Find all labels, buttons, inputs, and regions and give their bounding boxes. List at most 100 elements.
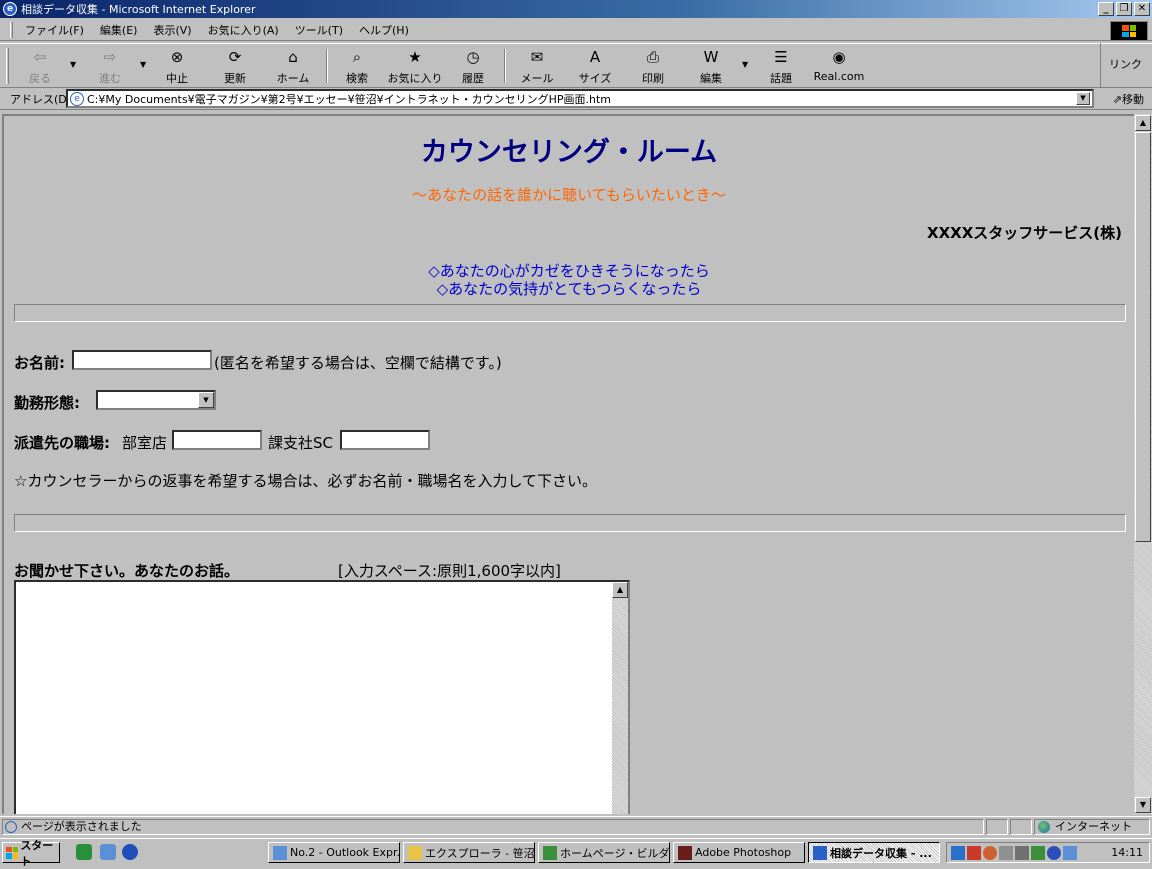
close-button[interactable]: ✕ [1134,2,1150,16]
textarea-scrollbar[interactable]: ▲ [612,582,628,814]
print-button[interactable]: ⎙ 印刷 [636,47,670,87]
task-outlook[interactable]: No.2 - Outlook Expr... [268,842,400,863]
stop-button[interactable]: ⊗ 中止 [160,47,194,87]
refresh-button[interactable]: ⟳ 更新 [218,47,252,87]
edit-dropdown[interactable]: ▼ [742,60,748,69]
zone-label: インターネット [1055,820,1132,833]
font-size-label: サイズ [578,72,612,85]
favorites-label: お気に入り [387,72,443,85]
task-explorer[interactable]: エクスプローラ - 笹沼 [403,842,535,863]
forward-dropdown[interactable]: ▼ [140,60,146,69]
name-input[interactable] [72,350,212,370]
maximize-button[interactable]: ❐ [1116,2,1132,16]
scroll-up-icon[interactable]: ▲ [1135,115,1151,131]
company-name: XXXXスタッフサービス(株) [927,224,1122,242]
tray-app-icon[interactable] [967,846,981,860]
page-title: カウンセリング・ルーム [420,137,718,168]
task-homepage-builder[interactable]: ホームページ・ビルダ... [538,842,670,863]
system-tray: 14:11 [946,842,1150,863]
tray-volume-icon[interactable] [999,846,1013,860]
name-label-text: お名前: [14,354,65,372]
search-icon: ⌕ [352,48,362,66]
internet-globe-icon [1038,821,1050,833]
back-dropdown[interactable]: ▼ [70,60,76,69]
links-label[interactable]: リンク [1109,56,1142,72]
font-size-button[interactable]: A サイズ [576,47,614,87]
window-titlebar[interactable]: e 相談データ収集 - Microsoft Internet Explorer … [0,0,1152,18]
tray-display-icon[interactable] [1015,846,1029,860]
toolbar-separator [326,49,328,83]
tray-check-icon[interactable] [1031,846,1045,860]
edit-label: 編集 [700,72,722,85]
tray-messenger-icon[interactable] [1047,846,1061,860]
dept-input[interactable] [172,430,262,450]
menu-tools[interactable]: ツール(T) [287,22,351,38]
tray-link-icon[interactable] [1063,846,1077,860]
go-label: 移動 [1122,93,1144,106]
scroll-down-icon[interactable]: ▼ [1135,797,1151,813]
page-icon [5,821,17,833]
address-bar: アドレス(D) e C:¥My Documents¥電子マガジン¥第2号¥エッセ… [0,88,1152,110]
mail-button[interactable]: ✉ メール [518,47,556,87]
menu-file[interactable]: ファイル(F) [17,22,92,38]
home-icon: ⌂ [288,48,298,66]
discuss-icon: ☰ [774,48,788,66]
section-label: 課支社SC [268,434,333,452]
forward-button[interactable]: ⇨ 進む [94,47,126,87]
tray-antivirus-icon[interactable] [983,846,997,860]
forward-arrow-icon: ⇨ [103,48,117,66]
employment-select[interactable]: ▼ [96,390,216,410]
page-subtitle: ～あなたの話を誰かに聴いてもらいたいとき～ [412,186,726,204]
task-label: 相談データ収集 - ... [830,846,932,860]
page-scrollbar[interactable]: ▲ ▼ [1134,114,1152,814]
link-feeling-down[interactable]: ◇あなたの気持がとてもつらくなったら [4,278,1134,299]
go-arrow-icon: ⇗ [1112,93,1122,106]
homepage-builder-icon [543,845,557,860]
name-note: (匿名を希望する場合は、空欄で結構です。) [214,354,502,372]
scroll-up-icon[interactable]: ▲ [612,582,628,598]
task-ie-active[interactable]: 相談データ収集 - ... [808,842,940,863]
back-arrow-icon: ⇦ [33,48,47,66]
clock[interactable]: 14:11 [1111,846,1143,859]
outlook-launch-icon[interactable] [122,844,138,860]
go-button[interactable]: ⇗移動 [1113,91,1144,107]
menu-help[interactable]: ヘルプ(H) [351,22,417,38]
ie-launch-icon[interactable] [100,844,116,860]
divider [14,514,1126,532]
favorites-button[interactable]: ★ お気に入り [386,47,444,87]
story-textarea[interactable]: ▲ [14,580,630,814]
stop-icon: ⊗ [170,48,184,66]
edit-button[interactable]: W 編集 [694,47,728,87]
discuss-button[interactable]: ☰ 話題 [764,47,798,87]
toolbar-grip[interactable] [6,48,9,84]
address-input[interactable]: e C:¥My Documents¥電子マガジン¥第2号¥エッセー¥笹沼¥イント… [66,89,1094,108]
tray-network-icon[interactable] [951,846,965,860]
menu-view[interactable]: 表示(V) [145,22,199,38]
ie-icon[interactable]: e [3,2,17,16]
address-dropdown-button[interactable]: ▼ [1076,92,1090,105]
page-icon: e [70,91,84,106]
discuss-label: 話題 [770,72,792,85]
menu-edit[interactable]: 編集(E) [92,22,146,38]
employment-label: 勤務形態: [14,392,80,413]
status-pane [986,819,1008,835]
history-button[interactable]: ◷ 履歴 [456,47,490,87]
menu-favorites[interactable]: お気に入り(A) [200,22,287,38]
task-photoshop[interactable]: Adobe Photoshop [673,842,805,863]
desktop-icon[interactable] [76,844,92,860]
task-label: エクスプローラ - 笹沼 [425,846,535,860]
start-button[interactable]: スタート [2,839,60,868]
story-label: お聞かせ下さい。あなたのお話。 [14,560,239,581]
realcom-button[interactable]: ◉ Real.com [812,47,866,87]
font-size-icon: A [589,48,601,66]
realcom-label: Real.com [813,70,865,83]
back-button[interactable]: ⇦ 戻る [24,47,56,87]
scrollbar-thumb[interactable] [1135,132,1151,542]
section-input[interactable] [340,430,430,450]
minimize-button[interactable]: _ [1098,2,1114,16]
search-button[interactable]: ⌕ 検索 [340,47,374,87]
chevron-down-icon[interactable]: ▼ [198,392,214,408]
home-button[interactable]: ⌂ ホーム [274,47,312,87]
address-value: C:¥My Documents¥電子マガジン¥第2号¥エッセー¥笹沼¥イントラネ… [87,92,611,106]
menubar-grip[interactable] [10,21,13,38]
